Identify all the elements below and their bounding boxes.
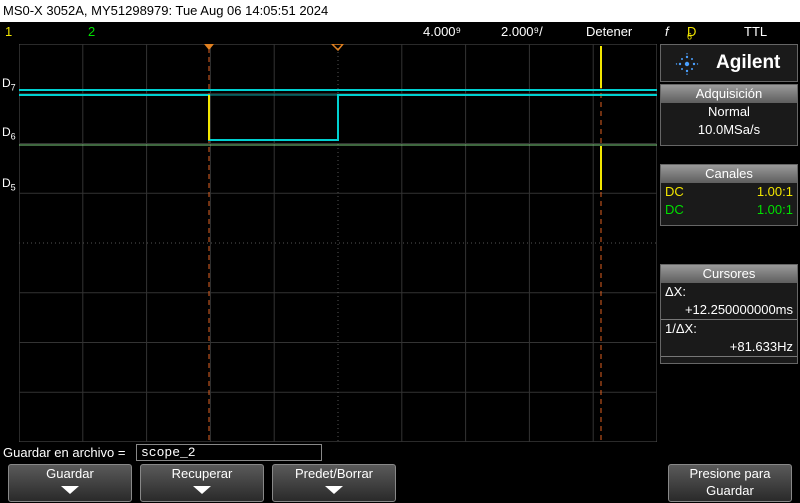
recall-softkey-label: Recuperar <box>171 466 233 481</box>
save-file-name-input[interactable]: scope_2 <box>136 444 322 461</box>
brand-panel: Agilent <box>660 44 798 82</box>
arrow-down-icon <box>61 486 79 494</box>
waveform-display[interactable] <box>19 44 657 442</box>
acquisition-panel[interactable]: Adquisición Normal 10.0MSa/s <box>660 84 798 146</box>
logic-threshold: TTL <box>744 24 768 39</box>
cursor-inverse-value: +81.633Hz <box>661 338 797 357</box>
window-title: MS0-X 3052A, MY51298979: Tue Aug 06 14:0… <box>0 0 800 22</box>
arrow-down-icon <box>193 486 211 494</box>
status-bar: 1 2 4.000⁹ 2.000⁹/ Detener f D6 TTL <box>0 22 800 42</box>
press-to-save-softkey[interactable]: Presione para Guardar <box>668 464 792 502</box>
channel-2-coupling: DC <box>665 202 684 217</box>
cursors-panel[interactable]: Cursores ΔX: +12.250000000ms 1/ΔX: +81.6… <box>660 264 798 364</box>
acquisition-mode: Normal <box>708 104 750 119</box>
cursor-dx-label: ΔX: <box>665 284 686 299</box>
channels-panel[interactable]: Canales DC 1.00:1 DC 1.00:1 <box>660 164 798 226</box>
save-file-label: Guardar en archivo = <box>3 445 126 460</box>
channel-1-indicator[interactable]: 1 <box>5 22 12 42</box>
default-erase-softkey[interactable]: Predet/Borrar <box>272 464 396 502</box>
channels-header: Canales <box>661 165 797 183</box>
cursor-dx-value: +12.250000000ms <box>661 301 797 320</box>
press-to-save-label: Presione para <box>689 466 771 481</box>
digital-label-d5: D5 <box>2 176 16 193</box>
brand-name: Agilent <box>716 52 781 73</box>
arrow-down-icon <box>325 486 343 494</box>
trigger-source: D6 <box>687 24 697 42</box>
channel-1-coupling: DC <box>665 184 684 199</box>
save-softkey-label: Guardar <box>46 466 94 481</box>
channel-1-probe: 1.00:1 <box>756 184 793 199</box>
channel-2-row: DC 1.00:1 <box>661 201 797 219</box>
trigger-edge-icon: f <box>665 24 669 39</box>
channel-1-row: DC 1.00:1 <box>661 183 797 201</box>
default-erase-softkey-label: Predet/Borrar <box>294 466 374 481</box>
save-softkey[interactable]: Guardar <box>8 464 132 502</box>
channel-2-probe: 1.00:1 <box>756 202 793 217</box>
press-to-save-label-2: Guardar <box>706 483 754 498</box>
delay-readout: 2.000⁹/ <box>501 24 543 39</box>
cursors-header: Cursores <box>661 265 797 283</box>
cursor-inverse-label: 1/ΔX: <box>665 321 697 336</box>
run-state: Detener <box>586 24 633 39</box>
agilent-logo-icon <box>675 53 699 75</box>
acquisition-header: Adquisición <box>661 85 797 103</box>
recall-softkey[interactable]: Recuperar <box>140 464 264 502</box>
digital-label-d7: D7 <box>2 76 16 93</box>
digital-label-d6: D6 <box>2 125 16 142</box>
acquisition-rate: 10.0MSa/s <box>697 122 761 137</box>
channel-2-indicator[interactable]: 2 <box>88 22 95 42</box>
timebase-readout: 4.000⁹ <box>423 24 462 39</box>
